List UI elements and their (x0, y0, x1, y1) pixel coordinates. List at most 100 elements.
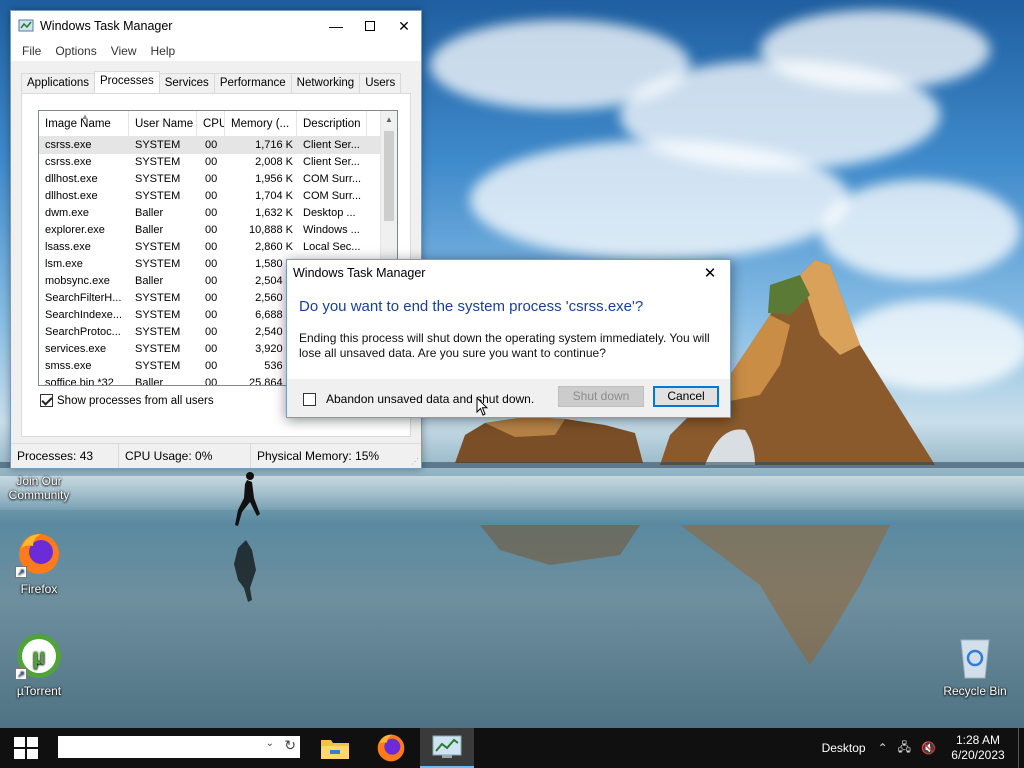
clock[interactable]: 1:28 AM 6/20/2023 (946, 733, 1010, 763)
task-manager-app-icon (18, 19, 34, 32)
table-row[interactable]: dllhost.exe SYSTEM 00 1,704 K COM Surr... (39, 188, 397, 205)
process-cpu-cell: 00 (205, 139, 218, 151)
process-description-cell: COM Surr... (303, 190, 362, 202)
process-user-cell: SYSTEM (135, 241, 181, 253)
menu-options[interactable]: Options (48, 44, 103, 58)
volume-muted-icon[interactable]: 🔇 (921, 741, 936, 755)
column-user-name[interactable]: User Name (129, 111, 197, 137)
task-manager-titlebar[interactable]: Windows Task Manager — ✕ (11, 11, 421, 41)
close-icon: ✕ (703, 265, 717, 282)
abandon-data-label: Abandon unsaved data and shut down. (326, 392, 535, 406)
process-name-cell: SearchProtoc... (45, 326, 121, 338)
scroll-up-icon[interactable]: ▲ (381, 111, 397, 128)
process-name-cell: mobsync.exe (45, 275, 110, 287)
table-row[interactable]: dwm.exe Baller 00 1,632 K Desktop ... (39, 205, 397, 222)
desktop-icon-recycle-bin[interactable]: Recycle Bin (937, 632, 1013, 698)
process-user-cell: Baller (135, 377, 164, 386)
task-manager-title: Windows Task Manager (40, 19, 173, 33)
resize-grip-icon[interactable]: ⋰ (411, 457, 419, 466)
start-button[interactable] (0, 728, 52, 768)
chevron-up-icon[interactable]: ⌃ (878, 741, 888, 755)
desktop-icon-community[interactable]: Join Our Community (1, 474, 77, 502)
svg-text:µ: µ (33, 644, 46, 669)
desktop-icon-firefox-label: Firefox (20, 582, 58, 596)
column-image-name[interactable]: ▲ Image Name (39, 111, 129, 137)
process-description-cell: Local Sec... (303, 241, 361, 253)
tab-services[interactable]: Services (158, 73, 215, 93)
firefox-icon: ↗ (15, 530, 63, 578)
column-cpu[interactable]: CPU (197, 111, 225, 137)
dialog-titlebar[interactable]: Windows Task Manager ✕ (287, 260, 730, 286)
close-button[interactable]: ✕ (387, 11, 421, 41)
abandon-data-checkbox[interactable] (303, 392, 316, 406)
minimize-button[interactable]: — (319, 11, 353, 41)
taskbar-search-box[interactable]: ⌄ ↻ (58, 736, 300, 758)
menu-view[interactable]: View (104, 44, 144, 58)
close-icon: ✕ (398, 17, 410, 34)
menu-bar: File Options View Help (11, 41, 421, 61)
process-cpu-cell: 00 (205, 173, 218, 185)
process-name-cell: SearchIndexe... (45, 309, 123, 321)
column-image-name-label: Image Name (45, 118, 111, 130)
process-description-cell: COM Surr... (303, 173, 362, 185)
process-memory-cell: 1,716 K (255, 139, 293, 151)
process-name-cell: dllhost.exe (45, 190, 98, 202)
table-row[interactable]: csrss.exe SYSTEM 00 2,008 K Client Ser... (39, 154, 397, 171)
maximize-button[interactable] (353, 11, 387, 41)
process-user-cell: Baller (135, 207, 164, 219)
menu-file[interactable]: File (15, 44, 48, 58)
desktop-icon-utorrent-label: µTorrent (16, 684, 62, 698)
show-all-processes[interactable]: Show processes from all users (40, 394, 214, 407)
shut-down-button[interactable]: Shut down (558, 386, 644, 407)
menu-help[interactable]: Help (144, 44, 183, 58)
process-memory-cell: 1,956 K (255, 173, 293, 185)
scroll-thumb[interactable] (384, 131, 394, 221)
process-name-cell: dllhost.exe (45, 173, 98, 185)
process-description-cell: Windows ... (303, 224, 360, 236)
process-user-cell: SYSTEM (135, 292, 181, 304)
cancel-button[interactable]: Cancel (653, 386, 719, 407)
clock-date: 6/20/2023 (951, 748, 1005, 762)
dialog-close-button[interactable]: ✕ (690, 264, 730, 282)
firefox-icon (377, 734, 405, 762)
desktop-icon-utorrent[interactable]: µ ↗ µTorrent (1, 632, 77, 698)
taskbar-file-explorer[interactable] (308, 728, 362, 768)
process-name-cell: csrss.exe (45, 156, 92, 168)
process-name-cell: smss.exe (45, 360, 92, 372)
chevron-down-icon[interactable]: ⌄ (266, 738, 274, 749)
abandon-data-option[interactable]: Abandon unsaved data and shut down. (303, 392, 534, 406)
column-memory[interactable]: Memory (... (225, 111, 297, 137)
refresh-icon[interactable]: ↻ (284, 737, 296, 754)
runner-reflection (234, 540, 256, 602)
process-cpu-cell: 00 (205, 224, 218, 236)
tab-processes[interactable]: Processes (94, 71, 160, 93)
process-cpu-cell: 00 (205, 258, 218, 270)
table-row[interactable]: csrss.exe SYSTEM 00 1,716 K Client Ser... (39, 137, 397, 154)
desktop-icon-firefox[interactable]: ↗ Firefox (1, 530, 77, 596)
process-cpu-cell: 00 (205, 309, 218, 321)
table-row[interactable]: explorer.exe Baller 00 10,888 K Windows ... (39, 222, 397, 239)
tab-users[interactable]: Users (359, 73, 402, 93)
process-user-cell: SYSTEM (135, 360, 181, 372)
show-desktop-button[interactable] (1018, 728, 1024, 768)
taskbar-firefox[interactable] (364, 728, 418, 768)
tab-performance[interactable]: Performance (213, 73, 292, 93)
process-cpu-cell: 00 (205, 360, 218, 372)
task-manager-icon (432, 735, 462, 758)
table-row[interactable]: dllhost.exe SYSTEM 00 1,956 K COM Surr... (39, 171, 397, 188)
taskbar-task-manager[interactable] (420, 728, 474, 768)
process-memory-cell: 2,008 K (255, 156, 293, 168)
process-user-cell: SYSTEM (135, 343, 181, 355)
tab-applications[interactable]: Applications (21, 73, 96, 93)
status-cpu: CPU Usage: 0% (119, 444, 251, 468)
status-memory: Physical Memory: 15% (257, 449, 380, 463)
show-all-processes-checkbox[interactable] (40, 394, 53, 407)
desktop-toolbar-label[interactable]: Desktop (822, 741, 866, 755)
show-all-processes-label: Show processes from all users (57, 394, 214, 407)
network-icon[interactable]: 🖧 (898, 738, 911, 759)
process-name-cell: services.exe (45, 343, 107, 355)
table-row[interactable]: lsass.exe SYSTEM 00 2,860 K Local Sec... (39, 239, 397, 256)
status-bar: Processes: 43 CPU Usage: 0% Physical Mem… (11, 443, 421, 468)
column-description[interactable]: Description (297, 111, 367, 137)
tab-networking[interactable]: Networking (290, 73, 361, 93)
